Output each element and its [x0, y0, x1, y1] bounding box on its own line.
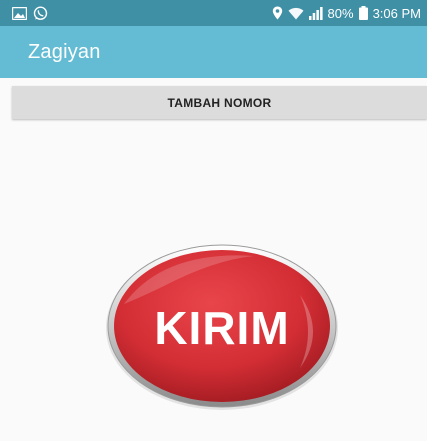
status-bar: 80% 3:06 PM	[0, 0, 427, 26]
status-left-icons	[12, 5, 48, 21]
battery-percentage: 80%	[327, 5, 354, 21]
status-right-icons: 80% 3:06 PM	[272, 5, 421, 21]
battery-icon	[358, 5, 368, 21]
signal-icon	[308, 5, 323, 21]
whatsapp-icon	[33, 5, 48, 21]
clock: 3:06 PM	[372, 5, 421, 21]
app-title: Zagiyan	[28, 40, 101, 63]
location-icon	[272, 5, 283, 21]
send-button[interactable]: KIRIM	[104, 240, 340, 412]
app-bar: Zagiyan	[0, 26, 427, 78]
image-icon	[12, 5, 27, 21]
send-label: KIRIM	[154, 302, 289, 354]
wifi-icon	[288, 5, 304, 21]
add-number-button[interactable]: TAMBAH NOMOR	[12, 86, 427, 119]
